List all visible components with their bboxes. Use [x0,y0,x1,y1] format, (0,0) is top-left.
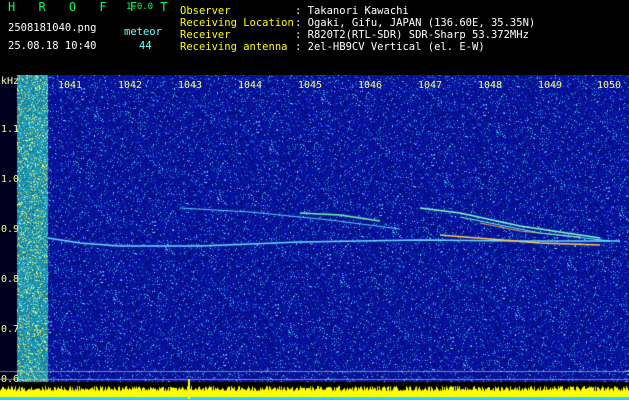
y-unit-label: kHz [1,76,20,87]
x-tick-label: 1042 [118,80,143,91]
header-panel: H R O F F T 1.0.0 2508181040.png 25.08.1… [0,0,629,75]
y-tick-label: 1.0 [1,174,20,185]
x-tick-label: 1041 [58,80,83,91]
x-tick-label: 1045 [298,80,323,91]
y-tick-label: 0.9 [1,224,20,235]
info-value-antenna: : 2el-HB9CV Vertical (el. E-W) [295,41,485,53]
info-label-receiver: Receiver [180,29,231,41]
x-tick-label: 1046 [358,80,383,91]
y-tick-label: 0.8 [1,274,20,285]
info-label-location: Receiving Location [180,17,294,29]
y-tick-label: 0.6 [1,374,20,385]
file-name: 2508181040.png [8,22,97,34]
x-tick-label: 1047 [418,80,443,91]
y-tick-label: 1.1 [1,124,20,135]
meteor-count: 44 [139,40,152,52]
meteor-label: meteor [124,26,162,38]
app-version: 1.0.0 [126,2,154,12]
info-value-observer: : Takanori Kawachi [295,5,409,17]
x-tick-label: 1050 [597,80,622,91]
info-value-location: : Ogaki, Gifu, JAPAN (136.60E, 35.35N) [295,17,536,29]
y-tick-label: 0.7 [1,324,20,335]
info-label-observer: Observer [180,5,231,17]
info-label-antenna: Receiving antenna [180,41,288,53]
spectrogram-canvas [0,75,629,400]
x-tick-label: 1048 [478,80,503,91]
x-tick-label: 1043 [178,80,203,91]
info-value-receiver: : R820T2(RTL-SDR) SDR-Sharp 53.372MHz [295,29,529,41]
x-tick-label: 1044 [238,80,263,91]
file-datetime: 25.08.18 10:40 [8,40,97,52]
x-tick-label: 1049 [538,80,563,91]
